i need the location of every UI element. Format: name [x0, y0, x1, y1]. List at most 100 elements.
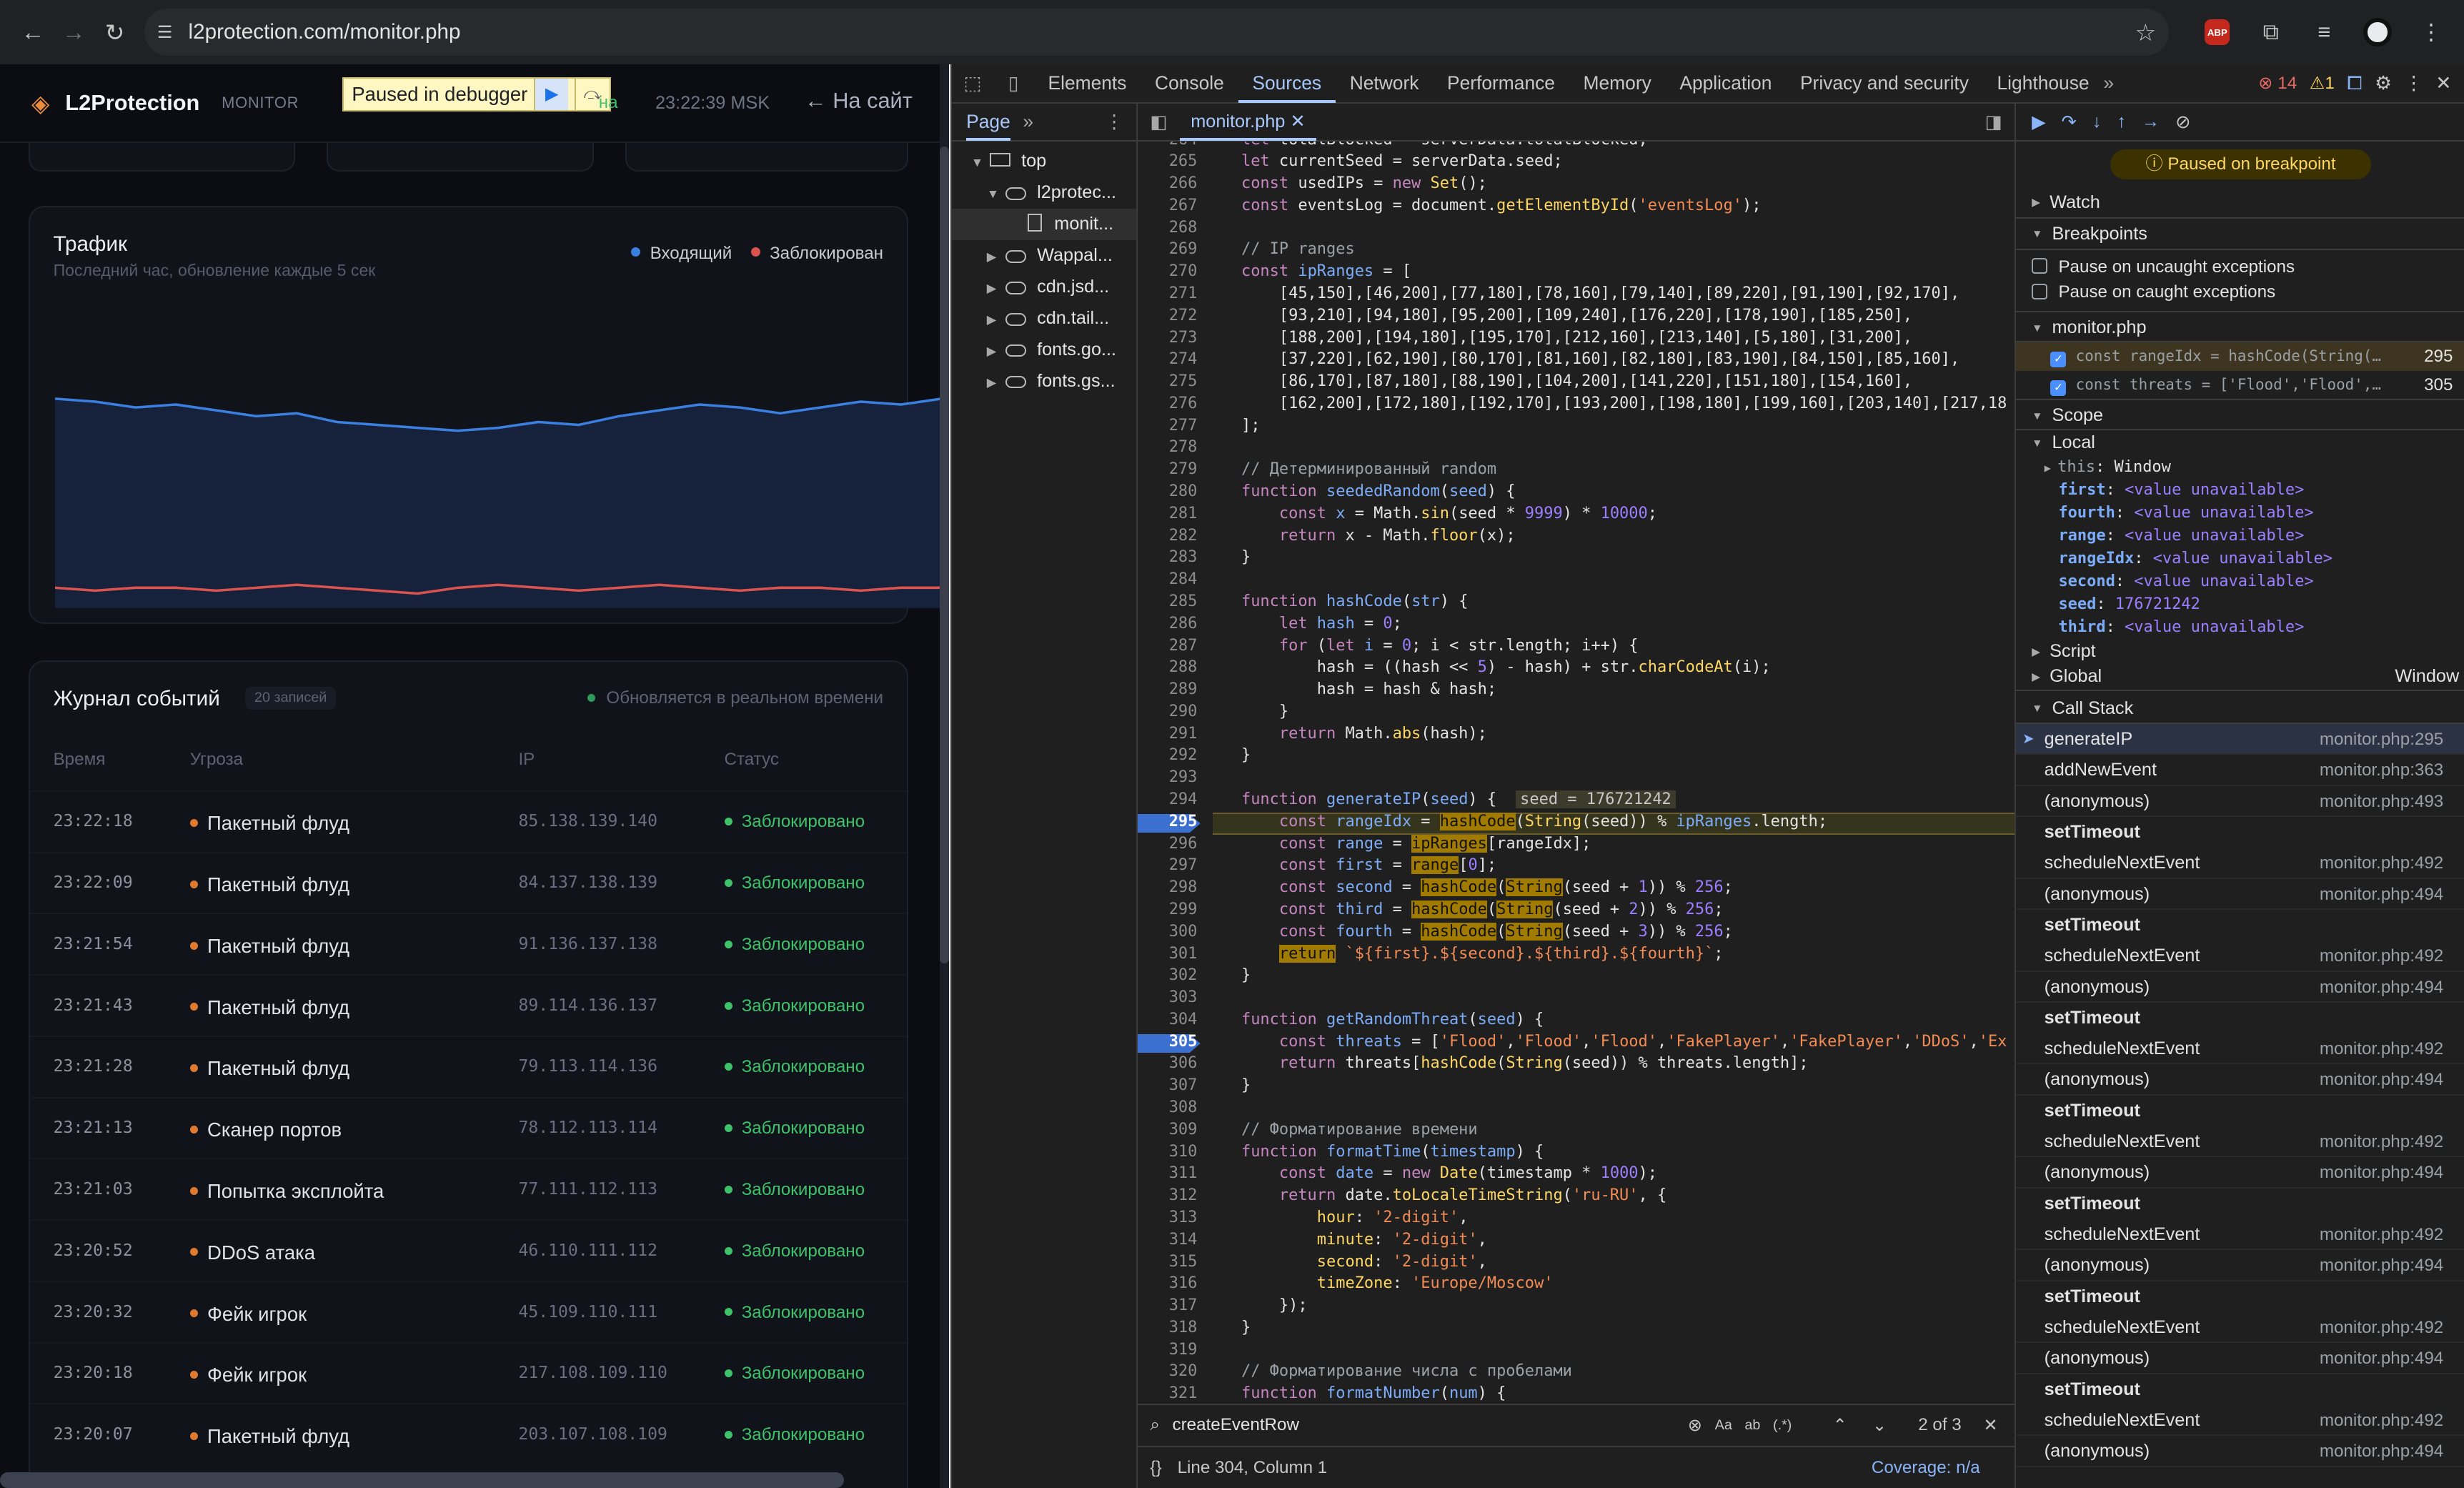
warning-count-icon[interactable]: ⚠1	[2310, 73, 2335, 94]
scope-global[interactable]: Global Window	[2016, 664, 2464, 689]
tab-lighthouse[interactable]: Lighthouse	[1983, 64, 2104, 103]
call-frame[interactable]: scheduleNextEvent monitor.php:492	[2016, 1312, 2464, 1344]
step-over-icon[interactable]: ↷	[2061, 111, 2076, 133]
table-row[interactable]: 23:21:13 Сканер портов 78.112.113.114 Забло…	[29, 1096, 907, 1157]
line-number[interactable]: 281	[1138, 505, 1198, 522]
call-frame[interactable]: setTimeout	[2016, 910, 2464, 941]
line-number[interactable]: 298	[1138, 878, 1198, 896]
code-area[interactable]: 264 let totalBlocked = serverData.totalBl…	[1137, 142, 2015, 1404]
call-frame[interactable]: (anonymous) monitor.php:494	[2016, 972, 2464, 1003]
tree-fonts-go[interactable]: ▶ fonts.go...	[952, 334, 1136, 366]
tab-performance[interactable]: Performance	[1433, 64, 1569, 103]
line-number[interactable]: 299	[1138, 901, 1198, 918]
call-frame[interactable]: (anonymous) monitor.php:494	[2016, 879, 2464, 910]
call-frame[interactable]: (anonymous) monitor.php:493	[2016, 786, 2464, 817]
call-frame[interactable]: setTimeout	[2016, 1374, 2464, 1405]
line-number[interactable]: 287	[1138, 637, 1198, 655]
table-row[interactable]: 23:22:09 Пакетный флуд 84.137.138.139 Забло…	[29, 851, 907, 912]
table-row[interactable]: 23:20:07 Пакетный флуд 203.107.108.109 Забл…	[29, 1403, 907, 1463]
tree-cdn-jsd[interactable]: ▶ cdn.jsd...	[952, 272, 1136, 303]
table-row[interactable]: 23:20:32 Фейк игрок 45.109.110.111 Заблокир…	[29, 1280, 907, 1341]
toggle-navigator-icon[interactable]: ◧	[1138, 111, 1180, 133]
line-number[interactable]: 282	[1138, 527, 1198, 545]
call-frame[interactable]: (anonymous) monitor.php:494	[2016, 1157, 2464, 1189]
back-icon[interactable]: ←	[13, 11, 54, 52]
breakpoint-295[interactable]: ✓ const rangeIdx = hashCode(String(… 295	[2016, 342, 2464, 371]
call-frame[interactable]: setTimeout	[2016, 1003, 2464, 1033]
call-frame[interactable]: setTimeout	[2016, 1096, 2464, 1126]
line-number[interactable]: 314	[1138, 1231, 1198, 1249]
call-frame[interactable]: (anonymous) monitor.php:494	[2016, 1343, 2464, 1374]
url-text[interactable]: l2protection.com/monitor.php	[189, 20, 461, 44]
line-number[interactable]: 265	[1138, 152, 1198, 170]
call-frame[interactable]: scheduleNextEvent monitor.php:492	[2016, 1126, 2464, 1158]
line-number[interactable]: 276	[1138, 395, 1198, 412]
line-number[interactable]: 295	[1138, 813, 1198, 830]
call-frame[interactable]: scheduleNextEvent monitor.php:492	[2016, 848, 2464, 879]
tab-sources[interactable]: Sources	[1238, 64, 1336, 104]
call-stack-section[interactable]: Call Stack	[2016, 689, 2464, 725]
tab-network[interactable]: Network	[1336, 64, 1433, 103]
line-number[interactable]: 285	[1138, 592, 1198, 610]
deactivate-breakpoints-icon[interactable]: ⊘	[2175, 111, 2190, 133]
scope-section[interactable]: Scope	[2016, 399, 2464, 431]
match-case-icon[interactable]: Aa	[1715, 1417, 1732, 1434]
step-out-icon[interactable]: ↑	[2117, 111, 2126, 132]
bp-file-group[interactable]: monitor.php	[2016, 311, 2464, 343]
line-number[interactable]: 310	[1138, 1143, 1198, 1161]
tree-cdn-tail[interactable]: ▶ cdn.tail...	[952, 303, 1136, 334]
line-number[interactable]: 315	[1138, 1253, 1198, 1271]
line-number[interactable]: 266	[1138, 174, 1198, 192]
file-tab-monitor[interactable]: monitor.php ✕	[1179, 104, 1316, 141]
more-tabs-icon[interactable]: »	[2103, 72, 2114, 94]
line-number[interactable]: 268	[1138, 219, 1198, 237]
prev-match-icon[interactable]: ⌃	[1833, 1415, 1847, 1436]
scope-var[interactable]: first: <value unavailable>	[2016, 479, 2464, 502]
address-bar[interactable]: ☰ l2protection.com/monitor.php ☆	[144, 9, 2169, 56]
line-number[interactable]: 301	[1138, 945, 1198, 963]
line-number[interactable]: 316	[1138, 1274, 1198, 1292]
toggle-debugger-icon[interactable]: ◨	[1985, 111, 2015, 133]
bookmark-star-icon[interactable]: ☆	[2135, 19, 2157, 46]
pretty-print-icon[interactable]: {}	[1150, 1458, 1161, 1478]
line-number[interactable]: 272	[1138, 307, 1198, 324]
tab-privacy[interactable]: Privacy and security	[1786, 64, 1983, 103]
line-number[interactable]: 274	[1138, 350, 1198, 368]
table-row[interactable]: 23:20:52 DDoS атака 46.110.111.112 Заблокир…	[29, 1219, 907, 1279]
line-number[interactable]: 307	[1138, 1076, 1198, 1094]
scope-var[interactable]: rangeIdx: <value unavailable>	[2016, 547, 2464, 570]
table-row[interactable]: 23:20:18 Фейк игрок 217.108.109.110 Заблоки…	[29, 1341, 907, 1402]
line-number[interactable]: 275	[1138, 372, 1198, 390]
step-icon[interactable]: →	[2142, 111, 2160, 132]
scope-var[interactable]: third: <value unavailable>	[2016, 616, 2464, 639]
line-number[interactable]: 306	[1138, 1054, 1198, 1072]
line-number[interactable]: 273	[1138, 329, 1198, 347]
line-number[interactable]: 321	[1138, 1384, 1198, 1402]
line-number[interactable]: 279	[1138, 460, 1198, 478]
tree-file-monitor[interactable]: monit...	[952, 209, 1136, 241]
close-tab-icon[interactable]: ✕	[1290, 111, 1305, 132]
tab-application[interactable]: Application	[1666, 64, 1787, 103]
call-frame[interactable]: setTimeout	[2016, 1189, 2464, 1219]
call-frame[interactable]: (anonymous) monitor.php:494	[2016, 1064, 2464, 1096]
line-number[interactable]: 278	[1138, 438, 1198, 456]
line-number[interactable]: 267	[1138, 197, 1198, 214]
line-number[interactable]: 296	[1138, 835, 1198, 853]
line-number[interactable]: 293	[1138, 768, 1198, 786]
scope-var[interactable]: seed: 176721242	[2016, 593, 2464, 616]
table-row[interactable]: 23:21:03 Попытка эксплойта 77.111.112.113 З…	[29, 1158, 907, 1218]
extensions-puzzle-icon[interactable]: ⧉	[2250, 11, 2291, 52]
tree-domain[interactable]: ▼ l2protec...	[952, 177, 1136, 209]
line-number[interactable]: 319	[1138, 1341, 1198, 1359]
line-number[interactable]: 269	[1138, 240, 1198, 258]
back-to-site-link[interactable]: ← На сайт	[805, 88, 913, 114]
clear-search-icon[interactable]: ⊗	[1688, 1415, 1702, 1436]
table-row[interactable]: 23:21:28 Пакетный флуд 79.113.114.136 Забло…	[29, 1035, 907, 1096]
call-frame[interactable]: (anonymous) monitor.php:494	[2016, 1436, 2464, 1467]
scope-var[interactable]: second: <value unavailable>	[2016, 570, 2464, 593]
line-number[interactable]: 305	[1138, 1033, 1198, 1051]
line-number[interactable]: 264	[1138, 142, 1198, 149]
table-row[interactable]: 23:21:43 Пакетный флуд 89.114.136.137 Забло…	[29, 974, 907, 1034]
search-input[interactable]: createEventRow	[1173, 1415, 1676, 1435]
line-number[interactable]: 309	[1138, 1121, 1198, 1139]
